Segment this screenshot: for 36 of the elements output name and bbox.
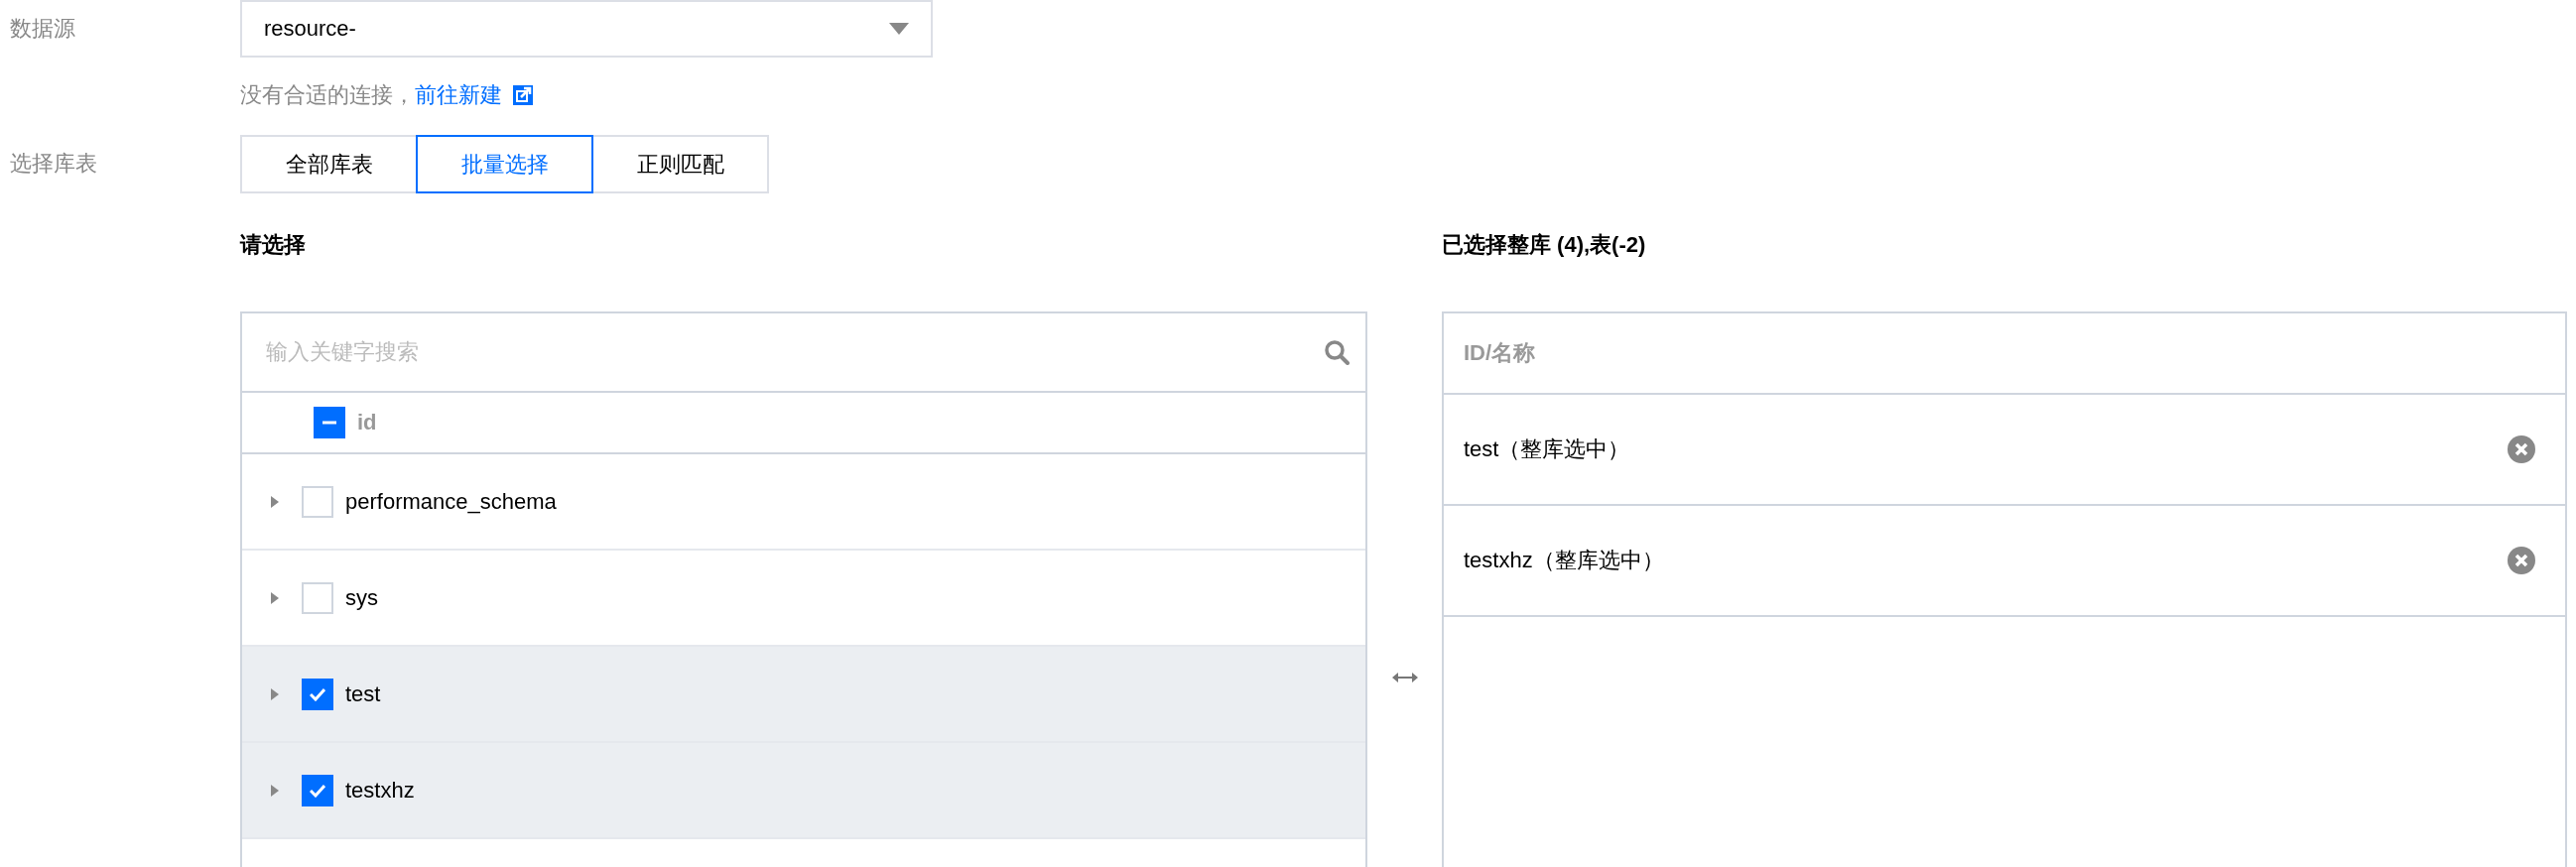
remove-icon[interactable]	[2508, 547, 2535, 574]
panel-title: 请选择	[240, 231, 307, 259]
item-name: testxhz（整库选中）	[1464, 547, 1664, 574]
checkbox[interactable]	[314, 407, 345, 438]
search-icon[interactable]	[1324, 339, 1350, 365]
database-name: testxhz	[345, 777, 415, 804]
caret-icon[interactable]	[270, 590, 280, 605]
panel-title: 已选择整库 (4),表(-2)	[1442, 231, 1647, 259]
mode-tab[interactable]: 全部库表	[240, 135, 418, 193]
field-label: 数据源	[9, 15, 76, 43]
swap-arrows-icon	[1391, 672, 1418, 683]
checkbox[interactable]	[302, 678, 333, 710]
datasource-select[interactable]: resource-	[240, 0, 933, 58]
hint-text: 没有合适的连接，	[240, 81, 415, 109]
checkbox[interactable]	[302, 774, 333, 806]
database-name: test	[345, 681, 381, 707]
mode-tab[interactable]: 正则匹配	[591, 135, 769, 193]
field-label: 选择库表	[9, 150, 98, 178]
column-header: id	[357, 410, 377, 435]
column-header: ID/名称	[1444, 313, 2565, 395]
mode-tab[interactable]: 批量选择	[416, 135, 593, 193]
database-name: sys	[345, 584, 378, 611]
caret-icon[interactable]	[270, 783, 280, 798]
external-link-icon[interactable]	[512, 84, 534, 106]
check-icon	[310, 783, 325, 798]
check-icon	[310, 686, 325, 701]
database-name: performance_schema	[345, 488, 557, 515]
caret-icon[interactable]	[270, 686, 280, 701]
create-link[interactable]: 前往新建	[415, 80, 502, 110]
item-name: test（整库选中）	[1464, 435, 1630, 463]
tree-row[interactable]: testxhz	[242, 743, 1365, 839]
caret-icon[interactable]	[270, 494, 280, 509]
dropdown-caret-icon	[889, 23, 909, 35]
remove-icon[interactable]	[2508, 435, 2535, 463]
minus-icon	[322, 421, 337, 425]
tree-row[interactable]: test	[242, 647, 1365, 743]
